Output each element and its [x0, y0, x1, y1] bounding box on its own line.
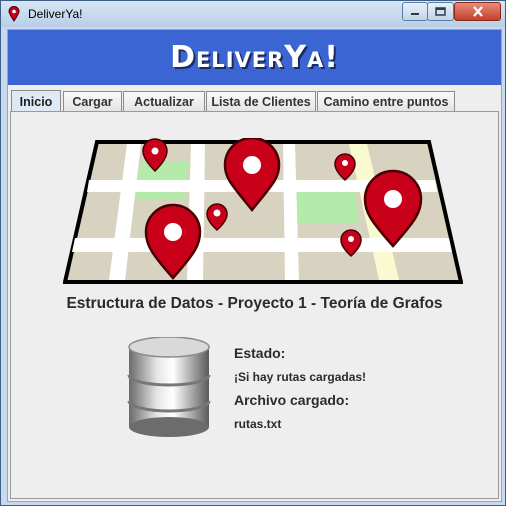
- main-content: DeliverYa! Inicio Cargar Actualizar List…: [7, 29, 502, 502]
- minimize-icon: [411, 12, 419, 15]
- database-icon: [127, 337, 211, 437]
- window-title: DeliverYa!: [28, 7, 83, 21]
- close-button[interactable]: [454, 2, 501, 21]
- tab-camino-puntos[interactable]: Camino entre puntos: [317, 91, 455, 111]
- project-subtitle: Estructura de Datos - Proyecto 1 - Teorí…: [66, 295, 443, 312]
- inicio-panel: Estructura de Datos - Proyecto 1 - Teorí…: [10, 111, 499, 499]
- tab-actualizar[interactable]: Actualizar: [123, 91, 205, 111]
- loaded-file-label: Archivo cargado:: [234, 392, 350, 408]
- status-value: ¡Si hay rutas cargadas!: [234, 370, 367, 384]
- loaded-file-name: rutas.txt: [234, 417, 282, 431]
- map-pin-icon: [8, 6, 20, 22]
- status-label: Estado:: [234, 345, 286, 361]
- maximize-button[interactable]: [427, 2, 454, 21]
- tab-cargar[interactable]: Cargar: [63, 91, 122, 111]
- tab-lista-clientes[interactable]: Lista de Clientes: [206, 91, 316, 111]
- app-logo-title: DeliverYa!: [170, 40, 339, 75]
- close-icon: [472, 6, 483, 17]
- header-banner: DeliverYa!: [8, 30, 501, 85]
- maximize-icon: [435, 7, 446, 16]
- map-illustration: [63, 138, 463, 284]
- app-window: DeliverYa! DeliverYa! Inicio Cargar Actu…: [0, 0, 506, 506]
- title-bar[interactable]: DeliverYa!: [1, 1, 505, 27]
- tab-inicio[interactable]: Inicio: [11, 90, 61, 112]
- minimize-button[interactable]: [402, 2, 428, 21]
